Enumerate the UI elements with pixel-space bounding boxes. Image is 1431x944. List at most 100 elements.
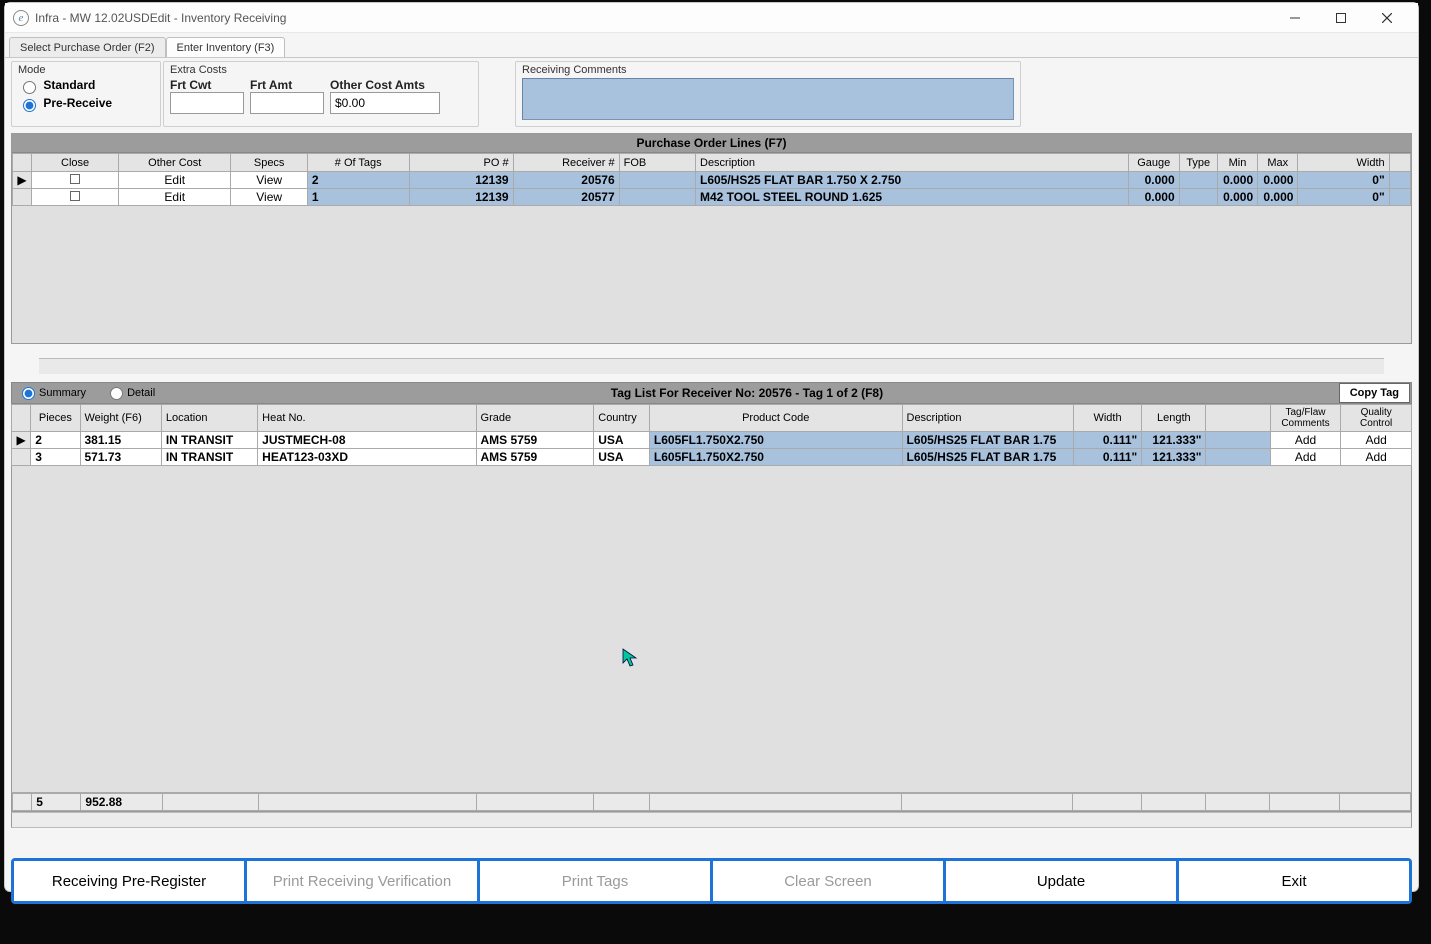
tl-col-length[interactable]: Length — [1142, 405, 1206, 432]
type-cell[interactable] — [1179, 189, 1217, 206]
maximize-button[interactable] — [1318, 3, 1364, 33]
col-gauge[interactable]: Gauge — [1128, 154, 1179, 172]
max-cell[interactable]: 0.000 — [1258, 189, 1298, 206]
copy-tag-button[interactable]: Copy Tag — [1339, 383, 1410, 403]
close-checkbox[interactable] — [32, 189, 119, 206]
col-description[interactable]: Description — [696, 154, 1129, 172]
view-cell[interactable]: View — [231, 172, 307, 189]
close-checkbox[interactable] — [32, 172, 119, 189]
product-cell[interactable]: L605FL1.750X2.750 — [649, 449, 902, 466]
col-width[interactable]: Width — [1298, 154, 1389, 172]
width2-cell[interactable]: 0.111" — [1073, 449, 1142, 466]
grade-cell[interactable]: AMS 5759 — [476, 449, 594, 466]
heat-cell[interactable]: JUSTMECH-08 — [258, 432, 476, 449]
min-cell[interactable]: 0.000 — [1217, 189, 1257, 206]
taglist-detail-radio[interactable] — [110, 387, 123, 400]
tl-col-product[interactable]: Product Code — [649, 405, 902, 432]
width2-cell[interactable]: 0.111" — [1073, 432, 1142, 449]
minimize-button[interactable] — [1272, 3, 1318, 33]
location-cell[interactable]: IN TRANSIT — [161, 432, 257, 449]
product-cell[interactable]: L605FL1.750X2.750 — [649, 432, 902, 449]
view-cell[interactable]: View — [231, 189, 307, 206]
col-fob[interactable]: FOB — [619, 154, 695, 172]
clear-screen-button[interactable]: Clear Screen — [713, 861, 946, 901]
frt-amt-input[interactable] — [250, 92, 324, 114]
width-cell[interactable]: 0" — [1298, 189, 1389, 206]
heat-cell[interactable]: HEAT123-03XD — [258, 449, 476, 466]
mode-standard-option[interactable]: Standard — [18, 78, 154, 94]
taglist-row[interactable]: 3571.73IN TRANSITHEAT123-03XDAMS 5759USA… — [12, 449, 1412, 466]
exit-button[interactable]: Exit — [1179, 861, 1409, 901]
col-other-cost[interactable]: Other Cost — [119, 154, 231, 172]
po-cell[interactable]: 12139 — [409, 189, 513, 206]
col-type[interactable]: Type — [1179, 154, 1217, 172]
description-cell[interactable]: M42 TOOL STEEL ROUND 1.625 — [696, 189, 1129, 206]
close-button[interactable] — [1364, 3, 1410, 33]
mode-prereceive-radio[interactable] — [23, 99, 36, 112]
tl-col-blank[interactable] — [1206, 405, 1270, 432]
type-cell[interactable] — [1179, 172, 1217, 189]
po-lines-table[interactable]: Close Other Cost Specs # Of Tags PO # Re… — [12, 153, 1411, 206]
other-cost-input[interactable] — [330, 92, 440, 114]
qc-add-cell[interactable]: Add — [1341, 432, 1412, 449]
col-min[interactable]: Min — [1217, 154, 1257, 172]
fob-cell[interactable] — [619, 189, 695, 206]
tl-col-qc[interactable]: Quality Control — [1341, 405, 1412, 432]
col-po[interactable]: PO # — [409, 154, 513, 172]
blank-cell[interactable] — [1206, 449, 1270, 466]
tl-col-pieces[interactable]: Pieces — [31, 405, 80, 432]
taglist-row[interactable]: ▶2381.15IN TRANSITJUSTMECH-08AMS 5759USA… — [12, 432, 1412, 449]
fob-cell[interactable] — [619, 172, 695, 189]
tl-col-location[interactable]: Location — [161, 405, 257, 432]
taglist-table[interactable]: Pieces Weight (F6) Location Heat No. Gra… — [11, 404, 1412, 466]
col-close[interactable]: Close — [32, 154, 119, 172]
receiving-preregister-button[interactable]: Receiving Pre-Register — [14, 861, 247, 901]
desc-cell[interactable]: L605/HS25 FLAT BAR 1.75 — [902, 449, 1073, 466]
mode-prereceive-option[interactable]: Pre-Receive — [18, 96, 154, 112]
num-tags-cell[interactable]: 1 — [307, 189, 409, 206]
tl-col-width[interactable]: Width — [1073, 405, 1142, 432]
tagflaw-add-cell[interactable]: Add — [1270, 449, 1341, 466]
tl-col-heat[interactable]: Heat No. — [258, 405, 476, 432]
col-num-tags[interactable]: # Of Tags — [307, 154, 409, 172]
location-cell[interactable]: IN TRANSIT — [161, 449, 257, 466]
width-cell[interactable]: 0" — [1298, 172, 1389, 189]
grade-cell[interactable]: AMS 5759 — [476, 432, 594, 449]
tagflaw-add-cell[interactable]: Add — [1270, 432, 1341, 449]
tab-enter-inventory[interactable]: Enter Inventory (F3) — [166, 37, 286, 57]
po-cell[interactable]: 12139 — [409, 172, 513, 189]
tl-col-desc[interactable]: Description — [902, 405, 1073, 432]
taglist-summary-radio[interactable] — [22, 387, 35, 400]
desc-cell[interactable]: L605/HS25 FLAT BAR 1.75 — [902, 432, 1073, 449]
tl-col-weight[interactable]: Weight (F6) — [80, 405, 161, 432]
tl-col-country[interactable]: Country — [594, 405, 650, 432]
col-receiver[interactable]: Receiver # — [513, 154, 619, 172]
print-tags-button[interactable]: Print Tags — [480, 861, 713, 901]
tl-col-grade[interactable]: Grade — [476, 405, 594, 432]
country-cell[interactable]: USA — [594, 449, 650, 466]
country-cell[interactable]: USA — [594, 432, 650, 449]
edit-cell[interactable]: Edit — [119, 172, 231, 189]
length-cell[interactable]: 121.333" — [1142, 432, 1206, 449]
taglist-detail-option[interactable]: Detail — [110, 387, 155, 400]
mode-standard-radio[interactable] — [23, 81, 36, 94]
description-cell[interactable]: L605/HS25 FLAT BAR 1.750 X 2.750 — [696, 172, 1129, 189]
edit-cell[interactable]: Edit — [119, 189, 231, 206]
qc-add-cell[interactable]: Add — [1341, 449, 1412, 466]
weight-cell[interactable]: 571.73 — [80, 449, 161, 466]
frt-cwt-input[interactable] — [170, 92, 244, 114]
gauge-cell[interactable]: 0.000 — [1128, 189, 1179, 206]
taglist-summary-option[interactable]: Summary — [22, 387, 86, 400]
receiver-cell[interactable]: 20576 — [513, 172, 619, 189]
weight-cell[interactable]: 381.15 — [80, 432, 161, 449]
tl-col-tagflaw[interactable]: Tag/Flaw Comments — [1270, 405, 1341, 432]
col-specs[interactable]: Specs — [231, 154, 307, 172]
min-cell[interactable]: 0.000 — [1217, 172, 1257, 189]
max-cell[interactable]: 0.000 — [1258, 172, 1298, 189]
length-cell[interactable]: 121.333" — [1142, 449, 1206, 466]
receiving-comments-box[interactable] — [522, 78, 1014, 120]
print-receiving-verification-button[interactable]: Print Receiving Verification — [247, 861, 480, 901]
num-tags-cell[interactable]: 2 — [307, 172, 409, 189]
pieces-cell[interactable]: 3 — [31, 449, 80, 466]
tab-select-po[interactable]: Select Purchase Order (F2) — [9, 37, 166, 57]
